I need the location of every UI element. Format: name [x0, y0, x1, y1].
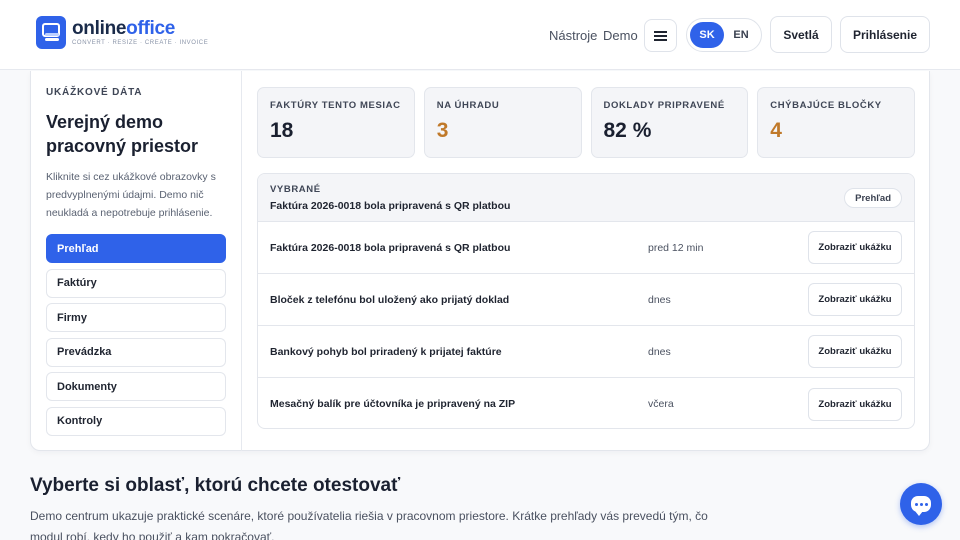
selected-item-title: Faktúra 2026-0018 bola pripravená s QR p… [270, 200, 511, 212]
language-switcher: SK EN [686, 18, 762, 52]
list-item-title: Bloček z telefónu bol uložený ako prijat… [270, 293, 510, 306]
list-item: Faktúra 2026-0018 bola pripravená s QR p… [258, 222, 914, 274]
show-preview-button[interactable]: Zobraziť ukážku [808, 283, 902, 316]
stats-row: FAKTÚRY TENTO MESIAC 18 NA ÚHRADU 3 DOKL… [257, 87, 915, 158]
sidebar-description: Kliknite si cez ukážkové obrazovky s pre… [46, 171, 216, 219]
chat-bubble-icon [911, 496, 931, 516]
sidebar-nav: Prehľad Faktúry Firmy Prevádzka Dokument… [46, 234, 226, 441]
list-item: Mesačný balík pre účtovníka je pripraven… [258, 378, 914, 428]
list-item-title: Bankový pohyb bol priradený k prijatej f… [270, 345, 502, 358]
stat-value: 3 [436, 119, 449, 142]
sidebar-title: Verejný demo pracovný priestor [46, 112, 199, 156]
lang-option-sk[interactable]: SK [690, 22, 724, 48]
nav-link-tools[interactable]: Nástroje [549, 28, 597, 43]
sidebar-item-invoices[interactable]: Faktúry [46, 268, 226, 298]
stat-label: NA ÚHRADU [436, 100, 500, 111]
stat-card-documents-ready: DOKLADY PRIPRAVENÉ 82 % [590, 87, 749, 158]
section-title: Vyberte si oblasť, ktorú chcete otestova… [30, 475, 401, 496]
sidebar: UKÁŽKOVÉ DÁTA Verejný demo pracovný prie… [31, 71, 242, 451]
list-item-time: dnes [648, 293, 671, 306]
show-preview-button[interactable]: Zobraziť ukážku [808, 387, 902, 421]
hamburger-menu-icon [654, 30, 667, 41]
chat-button[interactable] [900, 483, 942, 525]
nav-link-demo[interactable]: Demo [603, 28, 638, 43]
list-item: Bloček z telefónu bol uložený ako prijat… [258, 274, 914, 326]
stat-value: 18 [270, 119, 294, 142]
stat-card-to-pay: NA ÚHRADU 3 [423, 87, 582, 158]
stat-label: CHÝBAJÚCE BLOČKY [770, 100, 882, 111]
list-item: Bankový pohyb bol priradený k prijatej f… [258, 326, 914, 378]
sidebar-eyebrow: UKÁŽKOVÉ DÁTA [46, 87, 143, 98]
stat-card-missing-receipts: CHÝBAJÚCE BLOČKY 4 [757, 87, 915, 158]
activity-list: VYBRANÉ Faktúra 2026-0018 bola pripraven… [257, 173, 915, 429]
sidebar-item-documents[interactable]: Dokumenty [46, 372, 226, 401]
stat-label: FAKTÚRY TENTO MESIAC [270, 100, 401, 111]
top-header: onlineoffice CONVERT · RESIZE · CREATE ·… [0, 0, 960, 70]
show-preview-button[interactable]: Zobraziť ukážku [808, 335, 902, 368]
logo-icon [36, 16, 66, 49]
logo-name: onlineoffice [72, 17, 208, 39]
show-preview-button[interactable]: Zobraziť ukážku [808, 231, 902, 264]
overview-badge: Prehľad [844, 188, 902, 208]
stat-label: DOKLADY PRIPRAVENÉ [603, 100, 725, 111]
sidebar-item-companies[interactable]: Firmy [46, 303, 226, 332]
section-text: Demo centrum ukazuje praktické scenáre, … [30, 509, 708, 540]
demo-workspace-card: UKÁŽKOVÉ DÁTA Verejný demo pracovný prie… [30, 71, 930, 451]
stat-card-invoices: FAKTÚRY TENTO MESIAC 18 [257, 87, 415, 158]
logo-name-part-1: online [72, 17, 127, 39]
sidebar-item-operations[interactable]: Prevádzka [46, 337, 226, 367]
list-eyebrow: VYBRANÉ [270, 184, 321, 195]
logo-name-part-2: office [126, 17, 176, 39]
menu-button[interactable] [644, 19, 677, 52]
sidebar-item-overview[interactable]: Prehľad [46, 234, 226, 263]
list-header: VYBRANÉ Faktúra 2026-0018 bola pripraven… [258, 174, 914, 222]
logo-text: onlineoffice CONVERT · RESIZE · CREATE ·… [72, 17, 209, 46]
list-item-time: pred 12 min [648, 241, 704, 254]
stat-value: 4 [770, 119, 782, 142]
list-item-title: Mesačný balík pre účtovníka je pripraven… [270, 398, 516, 410]
list-item-time: dnes [648, 345, 671, 358]
stat-value: 82 % [603, 119, 652, 142]
sidebar-item-checks[interactable]: Kontroly [46, 406, 226, 436]
theme-button[interactable]: Svetlá [770, 16, 832, 53]
brand-logo[interactable]: onlineoffice CONVERT · RESIZE · CREATE ·… [36, 16, 208, 49]
list-item-time: včera [648, 398, 674, 410]
logo-tagline: CONVERT · RESIZE · CREATE · INVOICE [72, 39, 209, 46]
list-item-title: Faktúra 2026-0018 bola pripravená s QR p… [270, 241, 511, 254]
login-button[interactable]: Prihlásenie [840, 16, 930, 53]
lang-option-en[interactable]: EN [724, 22, 758, 48]
